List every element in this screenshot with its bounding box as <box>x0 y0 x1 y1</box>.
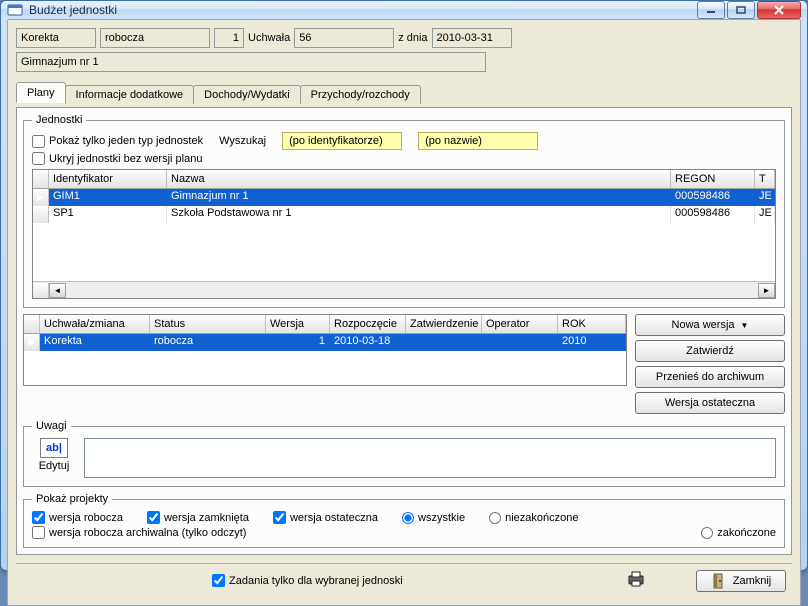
button-wersja-ostateczna[interactable]: Wersja ostateczna <box>635 392 785 414</box>
fieldset-uwagi: Uwagi ab| Edytuj <box>23 420 785 487</box>
label-zdnia: z dnia <box>398 32 427 44</box>
radio-niezakonczone[interactable]: niezakończone <box>489 512 578 524</box>
table-row[interactable]: ▶ GIM1 Gimnazjum nr 1 000598486 JE <box>33 189 775 206</box>
field-zdnia-date: 2010-03-31 <box>432 28 512 48</box>
cell-rozp: 2010-03-18 <box>330 334 406 351</box>
field-uchwala-num: 56 <box>294 28 394 48</box>
grid-wersje[interactable]: Uchwała/zmiana Status Wersja Rozpoczęcie… <box>23 314 627 386</box>
cell-wersja: 1 <box>266 334 330 351</box>
radio-zakonczone[interactable]: zakończone <box>701 527 776 539</box>
app-icon <box>7 2 23 18</box>
checkbox-ukryj-label: Ukryj jednostki bez wersji planu <box>49 153 202 165</box>
scroll-left-icon[interactable]: ◄ <box>49 283 66 298</box>
col-status[interactable]: Status <box>150 315 266 333</box>
cell-regon: 000598486 <box>671 206 755 223</box>
col-operator[interactable]: Operator <box>482 315 558 333</box>
button-edytuj-uwagi[interactable]: ab| Edytuj <box>32 438 76 478</box>
table-row[interactable]: SP1 Szkoła Podstawowa nr 1 000598486 JE <box>33 206 775 223</box>
search-by-id[interactable]: (po identyfikatorze) <box>282 132 402 150</box>
col-identyfikator[interactable]: Identyfikator <box>49 170 167 188</box>
footer-bar: Zadania tylko dla wybranej jednoski Zamk… <box>16 563 792 597</box>
door-exit-icon <box>711 573 727 589</box>
label-wyszukaj: Wyszukaj <box>219 135 266 147</box>
checkbox-zadania-wybranej[interactable]: Zadania tylko dla wybranej jednoski <box>212 574 403 587</box>
button-nowa-wersja-label: Nowa wersja <box>672 319 735 331</box>
window-frame: Budżet jednostki Korekta robocza 1 Uchwa… <box>0 0 808 571</box>
button-zatwierdz[interactable]: Zatwierdź <box>635 340 785 362</box>
cell-id: GIM1 <box>49 189 167 206</box>
checkbox-ukryj-input[interactable] <box>32 152 45 165</box>
field-jednostka: Gimnazjum nr 1 <box>16 52 486 72</box>
maximize-button[interactable] <box>727 1 755 19</box>
col-zatwierdzenie[interactable]: Zatwierdzenie <box>406 315 482 333</box>
cell-typ: JE <box>755 189 775 206</box>
legend-projekty: Pokaż projekty <box>32 493 112 505</box>
button-edytuj-label: Edytuj <box>39 460 70 472</box>
col-rozpoczecie[interactable]: Rozpoczęcie <box>330 315 406 333</box>
button-nowa-wersja[interactable]: Nowa wersja ▼ <box>635 314 785 336</box>
close-window-button[interactable] <box>757 1 801 19</box>
checkbox-ukryj[interactable]: Ukryj jednostki bez wersji planu <box>32 152 202 165</box>
field-korekta: Korekta <box>16 28 96 48</box>
cell-rok: 2010 <box>558 334 626 351</box>
legend-jednostki: Jednostki <box>32 114 86 126</box>
checkbox-wersja-ostateczna[interactable]: wersja ostateczna <box>273 511 378 524</box>
button-przenies-archiwum[interactable]: Przenieś do archiwum <box>635 366 785 388</box>
checkbox-wersja-robocza[interactable]: wersja robocza <box>32 511 123 524</box>
cell-id: SP1 <box>49 206 167 223</box>
row-marker-icon: ▶ <box>24 334 40 351</box>
checkbox-jeden-typ[interactable]: Pokaż tylko jeden typ jednostek <box>32 135 203 148</box>
edit-text-icon: ab| <box>40 438 68 458</box>
textarea-uwagi[interactable] <box>84 438 776 478</box>
scrollbar-horizontal[interactable]: ◄ ► <box>33 281 775 298</box>
cell-oper <box>482 334 558 351</box>
button-zamknij[interactable]: Zamknij <box>696 570 786 592</box>
row-marker-icon <box>33 206 49 223</box>
cell-uz: Korekta <box>40 334 150 351</box>
tab-info[interactable]: Informacje dodatkowe <box>65 85 195 104</box>
fieldset-jednostki: Jednostki Pokaż tylko jeden typ jednoste… <box>23 114 785 308</box>
row-marker-icon: ▶ <box>33 189 49 206</box>
col-wersja[interactable]: Wersja <box>266 315 330 333</box>
cell-regon: 000598486 <box>671 189 755 206</box>
col-rok[interactable]: ROK <box>558 315 626 333</box>
checkbox-jeden-typ-label: Pokaż tylko jeden typ jednostek <box>49 135 203 147</box>
col-nazwa[interactable]: Nazwa <box>167 170 671 188</box>
legend-uwagi: Uwagi <box>32 420 71 432</box>
tab-przychody-rozchody[interactable]: Przychody/rozchody <box>300 85 421 104</box>
radio-wszystkie[interactable]: wszystkie <box>402 512 465 524</box>
scroll-right-icon[interactable]: ► <box>758 283 775 298</box>
table-row[interactable]: ▶ Korekta robocza 1 2010-03-18 2010 <box>24 334 626 351</box>
checkbox-wersja-archiwalna[interactable]: wersja robocza archiwalna (tylko odczyt) <box>32 526 246 539</box>
print-icon[interactable] <box>626 569 646 592</box>
col-regon[interactable]: REGON <box>671 170 755 188</box>
window-title: Budżet jednostki <box>29 3 697 17</box>
minimize-button[interactable] <box>697 1 725 19</box>
col-typ[interactable]: T <box>755 170 775 188</box>
tab-plany[interactable]: Plany <box>16 82 66 103</box>
cell-status: robocza <box>150 334 266 351</box>
search-by-name[interactable]: (po nazwie) <box>418 132 538 150</box>
cell-typ: JE <box>755 206 775 223</box>
field-wersja: 1 <box>214 28 244 48</box>
titlebar[interactable]: Budżet jednostki <box>1 1 807 19</box>
tabpage-plany: Jednostki Pokaż tylko jeden typ jednoste… <box>16 107 792 555</box>
tab-dochody-wydatki[interactable]: Dochody/Wydatki <box>193 85 301 104</box>
cell-zatw <box>406 334 482 351</box>
fieldset-projekty: Pokaż projekty wersja robocza wersja zam… <box>23 493 785 548</box>
checkbox-jeden-typ-input[interactable] <box>32 135 45 148</box>
cell-nazwa: Gimnazjum nr 1 <box>167 189 671 206</box>
col-uchwala-zmiana[interactable]: Uchwała/zmiana <box>40 315 150 333</box>
tabstrip: Plany Informacje dodatkowe Dochody/Wydat… <box>16 82 792 103</box>
grid-jednostki[interactable]: Identyfikator Nazwa REGON T ▶ GIM1 Gimna… <box>32 169 776 299</box>
checkbox-wersja-zamknieta[interactable]: wersja zamknięta <box>147 511 249 524</box>
label-uchwala: Uchwała <box>248 32 290 44</box>
cell-nazwa: Szkoła Podstawowa nr 1 <box>167 206 671 223</box>
chevron-down-icon: ▼ <box>741 321 749 330</box>
client-area: Korekta robocza 1 Uchwała 56 z dnia 2010… <box>7 19 801 606</box>
field-status: robocza <box>100 28 210 48</box>
